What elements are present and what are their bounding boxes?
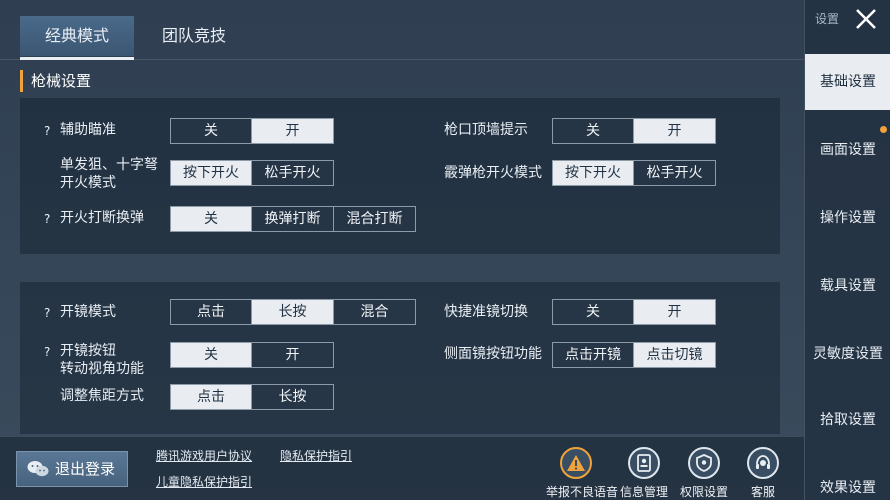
wechat-icon <box>27 461 49 477</box>
muzzle-wall-toggle: 关 开 <box>552 118 716 144</box>
scope-rotate-label-1: 开镜按钮 <box>60 343 116 359</box>
logout-label: 退出登录 <box>55 460 116 478</box>
scope-mode-label: 开镜模式 <box>60 304 116 320</box>
sidebar-item-effects[interactable]: 效果设置 <box>805 460 890 500</box>
sidebar-item-sensitivity[interactable]: 灵敏度设置 <box>805 326 890 382</box>
mode-tabs: 经典模式 团队竞技 <box>0 0 804 60</box>
aim-assist-off[interactable]: 关 <box>170 118 252 144</box>
warning-icon <box>560 447 592 479</box>
muzzle-wall-off[interactable]: 关 <box>552 118 634 144</box>
help-icon[interactable]: ? <box>44 306 50 320</box>
scope-rotate-label-2: 转动视角功能 <box>60 361 144 377</box>
zoom-method-label: 调整焦距方式 <box>60 388 144 404</box>
shotgun-fire-mode: 按下开火 松手开火 <box>552 160 716 186</box>
fire-interrupt-mode: 关 换弹打断 混合打断 <box>170 206 416 232</box>
section-title: 枪械设置 <box>20 70 91 92</box>
quick-scope-off[interactable]: 关 <box>552 299 634 325</box>
shield-icon <box>688 447 720 479</box>
aim-assist-label: 辅助瞄准 <box>60 122 116 138</box>
side-scope-label: 侧面镜按钮功能 <box>444 346 542 362</box>
logout-button[interactable]: 退出登录 <box>16 451 128 487</box>
sniper-fire-label-2: 开火模式 <box>60 175 116 191</box>
side-scope-mode: 点击开镜 点击切镜 <box>552 342 716 368</box>
zoom-method-tap[interactable]: 点击 <box>170 384 252 410</box>
sidebar-item-graphics[interactable]: 画面设置 <box>805 122 890 178</box>
scope-mode-tap[interactable]: 点击 <box>170 299 252 325</box>
scope-mode-hold[interactable]: 长按 <box>252 299 334 325</box>
settings-sidebar: 设置 基础设置 画面设置 操作设置 载具设置 灵敏度设置 拾取设置 效果设置 <box>804 0 890 500</box>
settings-title: 设置 <box>815 12 840 26</box>
sniper-fire-mode: 按下开火 松手开火 <box>170 160 334 186</box>
scope-rotate-on[interactable]: 开 <box>252 342 334 368</box>
customer-service-label: 客服 <box>750 485 775 499</box>
help-icon[interactable]: ? <box>44 345 50 359</box>
scope-rotate-toggle: 关 开 <box>170 342 334 368</box>
fire-interrupt-mixed[interactable]: 混合打断 <box>334 206 416 232</box>
scope-rotate-off[interactable]: 关 <box>170 342 252 368</box>
quick-scope-on[interactable]: 开 <box>634 299 716 325</box>
help-icon[interactable]: ? <box>44 212 50 226</box>
close-icon[interactable] <box>853 6 879 32</box>
fire-interrupt-label: 开火打断换弹 <box>60 210 144 226</box>
help-icon[interactable]: ? <box>44 124 50 138</box>
weapon-settings-panel-2: ? 开镜模式 点击 长按 混合 ? 开镜按钮 转动视角功能 关 开 调整焦距方式… <box>20 282 780 434</box>
aim-assist-toggle: 关 开 <box>170 118 334 144</box>
tab-classic[interactable]: 经典模式 <box>20 16 134 60</box>
sidebar-item-controls[interactable]: 操作设置 <box>805 190 890 246</box>
report-voice-button[interactable]: 举报不良语音 <box>546 447 619 500</box>
scope-mode: 点击 长按 混合 <box>170 299 416 325</box>
fire-interrupt-off[interactable]: 关 <box>170 206 252 232</box>
info-manage-button[interactable]: 信息管理 <box>614 447 674 500</box>
quick-scope-label: 快捷准镜切换 <box>444 304 528 320</box>
aim-assist-on[interactable]: 开 <box>252 118 334 144</box>
sidebar-item-basic[interactable]: 基础设置 <box>805 54 890 110</box>
sniper-fire-press[interactable]: 按下开火 <box>170 160 252 186</box>
quick-scope-toggle: 关 开 <box>552 299 716 325</box>
id-card-icon <box>628 447 660 479</box>
muzzle-wall-on[interactable]: 开 <box>634 118 716 144</box>
zoom-method: 点击 长按 <box>170 384 334 410</box>
headset-icon <box>747 447 779 479</box>
privacy-guide-link[interactable]: 隐私保护指引 <box>280 447 352 464</box>
scope-mode-mixed[interactable]: 混合 <box>334 299 416 325</box>
sidebar-header: 设置 <box>805 0 890 40</box>
notification-dot <box>880 126 887 133</box>
sidebar-item-vehicle[interactable]: 载具设置 <box>805 258 890 314</box>
customer-service-button[interactable]: 客服 <box>733 447 793 500</box>
shotgun-fire-press[interactable]: 按下开火 <box>552 160 634 186</box>
fire-interrupt-reload[interactable]: 换弹打断 <box>252 206 334 232</box>
weapon-settings-panel-1: ? 辅助瞄准 关 开 单发狙、十字弩 开火模式 按下开火 松手开火 ? 开火打断… <box>20 98 780 254</box>
sniper-fire-release[interactable]: 松手开火 <box>252 160 334 186</box>
permission-label: 权限设置 <box>679 485 728 499</box>
shotgun-fire-label: 霰弹枪开火模式 <box>444 165 542 181</box>
child-privacy-link[interactable]: 儿童隐私保护指引 <box>156 473 252 490</box>
footer-bar: 退出登录 腾讯游戏用户协议 隐私保护指引 儿童隐私保护指引 举报不良语音 信息管… <box>0 436 804 500</box>
sidebar-item-pickup[interactable]: 拾取设置 <box>805 392 890 448</box>
side-scope-open[interactable]: 点击开镜 <box>552 342 634 368</box>
tab-team[interactable]: 团队竞技 <box>158 16 230 56</box>
shotgun-fire-release[interactable]: 松手开火 <box>634 160 716 186</box>
permission-button[interactable]: 权限设置 <box>674 447 734 500</box>
zoom-method-hold[interactable]: 长按 <box>252 384 334 410</box>
side-scope-switch[interactable]: 点击切镜 <box>634 342 716 368</box>
tencent-agreement-link[interactable]: 腾讯游戏用户协议 <box>156 447 252 464</box>
sniper-fire-label-1: 单发狙、十字弩 <box>60 157 158 173</box>
muzzle-wall-label: 枪口顶墙提示 <box>444 122 528 138</box>
info-manage-label: 信息管理 <box>619 485 668 499</box>
report-voice-label: 举报不良语音 <box>546 485 619 499</box>
